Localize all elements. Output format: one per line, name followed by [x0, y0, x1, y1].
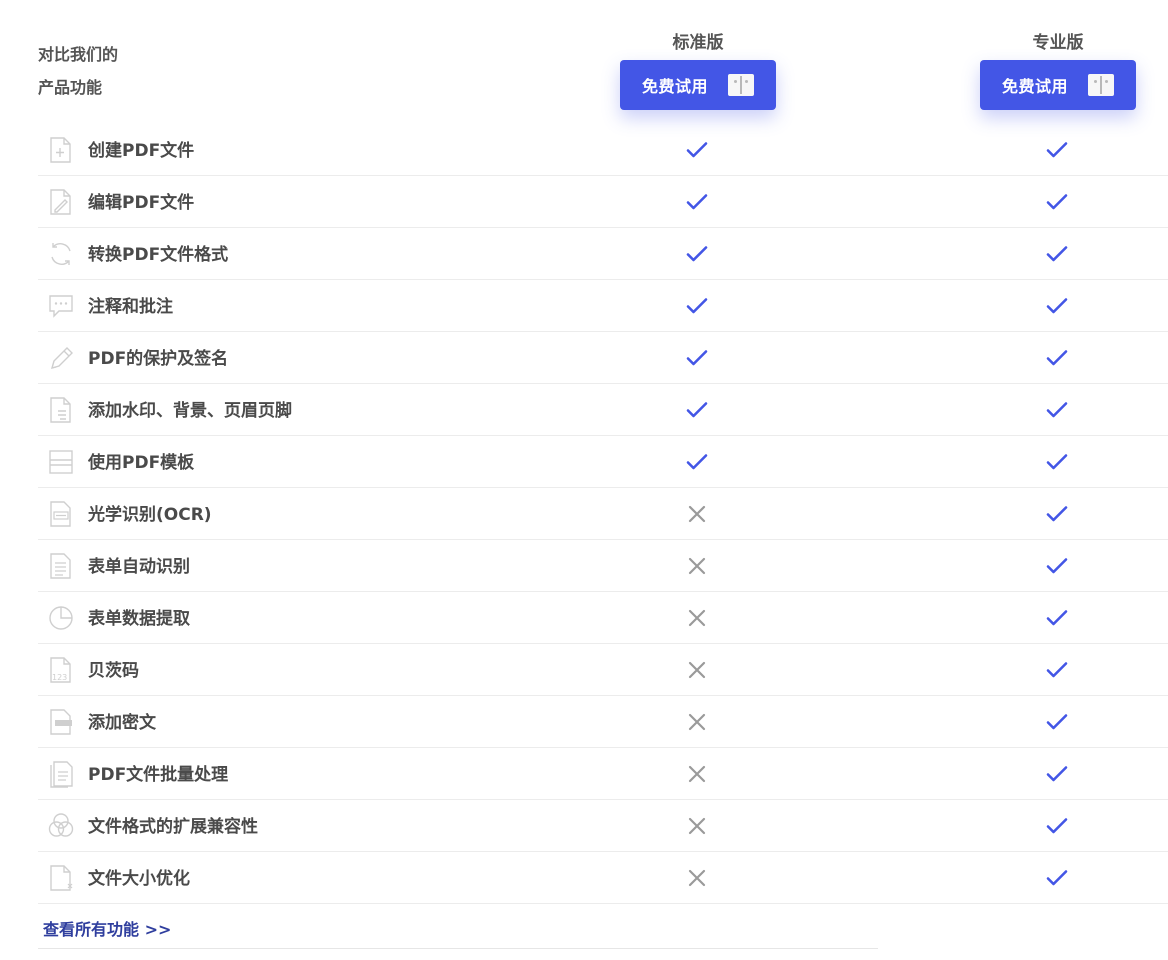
standard-check-icon [686, 298, 708, 314]
form-icon [50, 553, 71, 579]
feature-row: 文件格式的扩展兼容性 [38, 800, 1168, 852]
feature-label: 转换PDF文件格式 [88, 245, 229, 265]
feature-row: 注释和批注 [38, 280, 1168, 332]
pro-check-icon [1046, 142, 1068, 158]
plan-standard: 标准版 免费试用 [618, 30, 778, 110]
standard-cross-icon [688, 609, 706, 627]
pro-free-trial-label: 免费试用 [1001, 77, 1068, 96]
feature-row: 添加水印、背景、页眉页脚 [38, 384, 1168, 436]
pro-check-icon [1046, 558, 1068, 574]
feature-label: 添加水印、背景、页眉页脚 [88, 401, 292, 421]
feature-label: PDF文件批量处理 [88, 765, 229, 785]
feature-label: 编辑PDF文件 [88, 193, 195, 213]
pro-check-icon [1046, 194, 1068, 210]
ocr-icon [50, 501, 71, 527]
intro-line-2: 产品功能 [38, 78, 103, 97]
standard-cross-icon [688, 713, 706, 731]
watermark-icon [50, 397, 71, 423]
intro-line-1: 对比我们的 [38, 45, 119, 64]
standard-check-icon [686, 454, 708, 470]
feature-label: 表单自动识别 [88, 557, 190, 577]
pro-check-icon [1046, 298, 1068, 314]
standard-check-icon [686, 246, 708, 262]
plan-pro-name: 专业版 [1032, 33, 1084, 53]
divider [38, 948, 878, 949]
pro-check-icon [1046, 766, 1068, 782]
standard-check-icon [686, 194, 708, 210]
redact-icon [50, 709, 72, 735]
feature-label: 注释和批注 [88, 297, 173, 317]
pro-check-icon [1046, 818, 1068, 834]
plan-standard-name: 标准版 [672, 33, 724, 53]
template-icon [49, 450, 73, 474]
pro-check-icon [1046, 246, 1068, 262]
pro-check-icon [1046, 350, 1068, 366]
comparison-intro: 对比我们的 产品功能 [38, 38, 118, 104]
mac-finder-icon [728, 74, 754, 96]
feature-row: 添加密文 [38, 696, 1168, 748]
feature-label: PDF的保护及签名 [88, 349, 229, 369]
feature-row: PDF的保护及签名 [38, 332, 1168, 384]
feature-row: 123 贝茨码 [38, 644, 1168, 696]
standard-check-icon [686, 142, 708, 158]
pro-check-icon [1046, 402, 1068, 418]
bates-number-icon: 123 [50, 657, 71, 683]
standard-cross-icon [688, 817, 706, 835]
feature-row: 创建PDF文件 [38, 124, 1168, 176]
optimize-icon [50, 865, 73, 891]
standard-free-trial-button[interactable]: 免费试用 [620, 60, 776, 110]
standard-check-icon [686, 350, 708, 366]
bates-number-text: 123 [52, 673, 67, 682]
feature-row: 表单自动识别 [38, 540, 1168, 592]
feature-label: 使用PDF模板 [88, 453, 195, 473]
comment-icon [49, 295, 73, 318]
feature-row: PDF文件批量处理 [38, 748, 1168, 800]
standard-cross-icon [688, 869, 706, 887]
pie-chart-icon [49, 606, 73, 630]
feature-label: 创建PDF文件 [88, 141, 195, 161]
batch-icon [50, 761, 73, 788]
view-all-features-link[interactable]: 查看所有功能 >> [43, 916, 171, 940]
feature-label: 光学识别(OCR) [88, 505, 212, 525]
feature-row: 表单数据提取 [38, 592, 1168, 644]
feature-row: 转换PDF文件格式 [38, 228, 1168, 280]
mac-finder-icon [1088, 74, 1114, 96]
edit-file-icon [50, 189, 71, 215]
feature-row: 文件大小优化 [38, 852, 1168, 904]
pro-check-icon [1046, 662, 1068, 678]
standard-cross-icon [688, 661, 706, 679]
pro-check-icon [1046, 506, 1068, 522]
feature-row: 光学识别(OCR) [38, 488, 1168, 540]
feature-label: 文件格式的扩展兼容性 [88, 817, 258, 837]
feature-comparison-page: 对比我们的 产品功能 标准版 免费试用 专业版 免费试用 创建PDF文件 编辑PD… [0, 0, 1168, 960]
feature-label: 表单数据提取 [88, 609, 190, 629]
feature-label: 文件大小优化 [88, 869, 190, 889]
feature-row: 编辑PDF文件 [38, 176, 1168, 228]
pro-check-icon [1046, 870, 1068, 886]
feature-label: 添加密文 [88, 713, 156, 733]
standard-check-icon [686, 402, 708, 418]
pro-check-icon [1046, 610, 1068, 626]
standard-cross-icon [688, 557, 706, 575]
create-file-icon [50, 137, 71, 163]
pro-check-icon [1046, 714, 1068, 730]
standard-cross-icon [688, 505, 706, 523]
pen-icon [50, 347, 73, 370]
plan-pro: 专业版 免费试用 [978, 30, 1138, 110]
pro-check-icon [1046, 454, 1068, 470]
standard-free-trial-label: 免费试用 [641, 77, 708, 96]
standard-cross-icon [688, 765, 706, 783]
feature-label: 贝茨码 [88, 661, 139, 681]
pro-free-trial-button[interactable]: 免费试用 [980, 60, 1136, 110]
feature-row: 使用PDF模板 [38, 436, 1168, 488]
feature-table: 创建PDF文件 编辑PDF文件转换PDF文件格式 注释和批注 PDF的保护及签名添加水… [38, 124, 1168, 904]
convert-icon [51, 243, 71, 265]
compatibility-icon [48, 813, 74, 837]
